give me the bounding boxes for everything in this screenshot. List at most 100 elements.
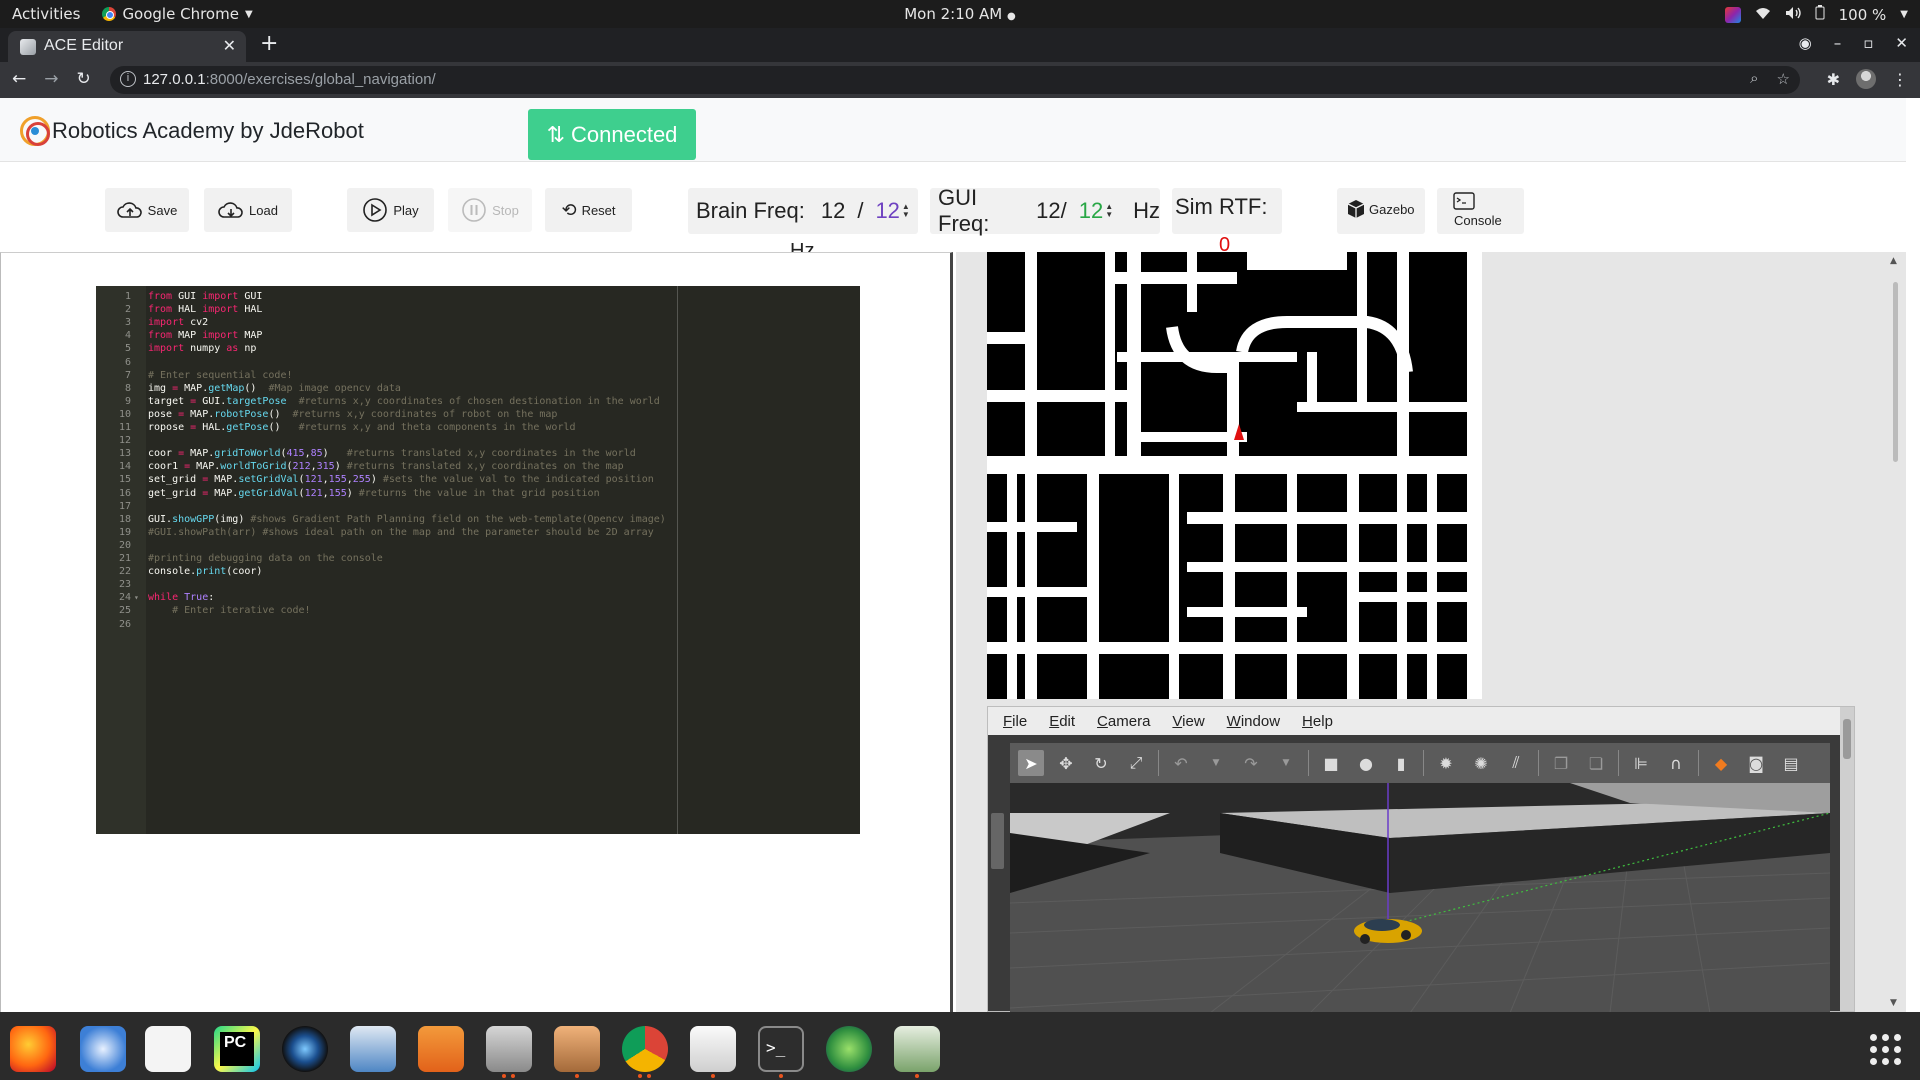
- scrollbar-thumb[interactable]: [1893, 282, 1898, 462]
- show-applications-icon[interactable]: [1870, 1034, 1901, 1065]
- save-button[interactable]: Save: [105, 188, 189, 232]
- system-menu-chevron-icon[interactable]: ▼: [1900, 9, 1908, 20]
- code-text[interactable]: coor = MAP.gridToWorld(415,85) #returns …: [148, 447, 636, 460]
- gazebo-menu-file[interactable]: File: [1003, 713, 1027, 730]
- screenshot-icon[interactable]: ◙: [1743, 750, 1769, 776]
- stop-button[interactable]: Stop: [448, 188, 532, 232]
- code-line[interactable]: 8 img = MAP.getMap() #Map image opencv da…: [96, 382, 860, 395]
- code-line[interactable]: 17: [96, 500, 860, 513]
- log-icon[interactable]: ▤: [1778, 750, 1804, 776]
- code-text[interactable]: GUI.showGPP(img) #shows Gradient Path Pl…: [148, 513, 666, 526]
- forward-icon[interactable]: →: [44, 69, 58, 89]
- code-text[interactable]: pose = MAP.robotPose() #returns x,y coor…: [148, 408, 557, 421]
- spot-light-icon[interactable]: ✺: [1468, 750, 1494, 776]
- gazebo-menu-view[interactable]: View: [1172, 713, 1204, 730]
- minimize-icon[interactable]: –: [1834, 34, 1842, 52]
- sphere-shape-icon[interactable]: ●: [1353, 750, 1379, 776]
- code-text[interactable]: # Enter sequential code!: [148, 369, 293, 382]
- code-text[interactable]: coor1 = MAP.worldToGrid(212,315) #return…: [148, 460, 624, 473]
- code-line[interactable]: 3 import cv2: [96, 316, 860, 329]
- undo-dropdown-icon[interactable]: ▼: [1203, 750, 1229, 776]
- brain-freq-stepper-icon[interactable]: ▲ ▼: [902, 203, 910, 219]
- code-line[interactable]: 12: [96, 434, 860, 447]
- box-shape-icon[interactable]: ■: [1318, 750, 1344, 776]
- code-line[interactable]: 24 ▾ while True:: [96, 591, 860, 604]
- thunderbird-icon[interactable]: [80, 1026, 126, 1072]
- new-tab-button[interactable]: +: [260, 31, 278, 56]
- code-line[interactable]: 4 from MAP import MAP: [96, 329, 860, 342]
- console-button[interactable]: Console: [1437, 188, 1524, 234]
- gui-freq-stepper-icon[interactable]: ▲ ▼: [1105, 203, 1113, 219]
- cylinder-shape-icon[interactable]: ▮: [1388, 750, 1414, 776]
- magnet-icon[interactable]: ∩: [1663, 750, 1689, 776]
- pdf-editor-icon[interactable]: [145, 1026, 191, 1072]
- browser-tab[interactable]: ACE Editor ✕: [8, 31, 246, 62]
- back-icon[interactable]: ←: [12, 69, 26, 89]
- code-text[interactable]: import numpy as np: [148, 342, 256, 355]
- code-text[interactable]: from GUI import GUI: [148, 290, 262, 303]
- code-text[interactable]: ropose = HAL.getPose() #returns x,y and …: [148, 421, 576, 434]
- chrome-menu-icon[interactable]: ⋮: [1892, 70, 1908, 89]
- code-line[interactable]: 23: [96, 578, 860, 591]
- code-text[interactable]: while True:: [148, 591, 214, 604]
- code-line[interactable]: 7 # Enter sequential code!: [96, 369, 860, 382]
- wifi-icon[interactable]: [1755, 6, 1771, 24]
- file-manager-icon[interactable]: [486, 1026, 532, 1072]
- pycharm-icon[interactable]: PC: [214, 1026, 260, 1072]
- redo-dropdown-icon[interactable]: ▼: [1273, 750, 1299, 776]
- rotate-icon[interactable]: ↻: [1088, 750, 1114, 776]
- code-text[interactable]: #printing debugging data on the console: [148, 552, 383, 565]
- code-line[interactable]: 1 from GUI import GUI: [96, 290, 860, 303]
- indicator-app-icon[interactable]: [1724, 6, 1741, 23]
- code-line[interactable]: 10 pose = MAP.robotPose() #returns x,y co…: [96, 408, 860, 421]
- scroll-up-icon[interactable]: ▲: [1890, 256, 1897, 266]
- code-text[interactable]: set_grid = MAP.setGridVal(121,155,255) #…: [148, 473, 654, 486]
- align-icon[interactable]: ⊫: [1628, 750, 1654, 776]
- extensions-icon[interactable]: ✱: [1827, 70, 1840, 89]
- profile-avatar[interactable]: [1856, 69, 1876, 89]
- code-line[interactable]: 20: [96, 539, 860, 552]
- code-line[interactable]: 25 # Enter iterative code!: [96, 604, 860, 617]
- gazebo-scrollbar-thumb[interactable]: [1843, 719, 1851, 759]
- load-button[interactable]: Load: [204, 188, 292, 232]
- code-line[interactable]: 26: [96, 618, 860, 631]
- close-window-icon[interactable]: ✕: [1895, 34, 1908, 52]
- code-line[interactable]: 19 #GUI.showPath(arr) #shows ideal path o…: [96, 526, 860, 539]
- bookmark-star-icon[interactable]: ☆: [1777, 70, 1790, 88]
- volume-icon[interactable]: [1785, 6, 1801, 24]
- code-text[interactable]: #GUI.showPath(arr) #shows ideal path on …: [148, 526, 654, 539]
- code-line[interactable]: 6: [96, 356, 860, 369]
- gui-freq-input[interactable]: 12: [1079, 198, 1103, 224]
- gazebo-menu-window[interactable]: Window: [1227, 713, 1280, 730]
- text-editor-icon[interactable]: [690, 1026, 736, 1072]
- code-text[interactable]: [148, 618, 172, 631]
- code-line[interactable]: 15 set_grid = MAP.setGridVal(121,155,255)…: [96, 473, 860, 486]
- code-line[interactable]: 9 target = GUI.targetPose #returns x,y co…: [96, 395, 860, 408]
- chrome-dock-icon[interactable]: [622, 1026, 668, 1072]
- battery-icon[interactable]: [1815, 5, 1825, 24]
- camera-app-icon[interactable]: [282, 1026, 328, 1072]
- code-line[interactable]: 22 console.print(coor): [96, 565, 860, 578]
- code-line[interactable]: 11 ropose = HAL.getPose() #returns x,y an…: [96, 421, 860, 434]
- code-text[interactable]: from MAP import MAP: [148, 329, 262, 342]
- code-line[interactable]: 13 coor = MAP.gridToWorld(415,85) #return…: [96, 447, 860, 460]
- brain-freq-input[interactable]: 12: [875, 198, 899, 224]
- code-text[interactable]: console.print(coor): [148, 565, 262, 578]
- gazebo-menu-edit[interactable]: Edit: [1049, 713, 1075, 730]
- code-text[interactable]: import cv2: [148, 316, 208, 329]
- terminal-dock-icon[interactable]: >_: [758, 1026, 804, 1072]
- gazebo-scrollbar[interactable]: [1840, 707, 1854, 1011]
- image-viewer-icon[interactable]: [350, 1026, 396, 1072]
- gazebo-menu-camera[interactable]: Camera: [1097, 713, 1150, 730]
- maximize-icon[interactable]: ▫: [1863, 34, 1873, 52]
- connection-status-button[interactable]: ⇅ Connected: [528, 109, 696, 160]
- page-scrollbar[interactable]: ▲ ▼: [1884, 252, 1906, 1012]
- code-text[interactable]: get_grid = MAP.getGridVal(121,155) #retu…: [148, 487, 600, 500]
- code-text[interactable]: target = GUI.targetPose #returns x,y coo…: [148, 395, 660, 408]
- map-tool-icon[interactable]: [894, 1026, 940, 1072]
- code-line[interactable]: 2 from HAL import HAL: [96, 303, 860, 316]
- tab-search-icon[interactable]: ◉: [1799, 34, 1812, 52]
- gazebo-menu-help[interactable]: Help: [1302, 713, 1333, 730]
- software-center-icon[interactable]: [418, 1026, 464, 1072]
- gazebo-3d-scene[interactable]: [1010, 783, 1830, 1013]
